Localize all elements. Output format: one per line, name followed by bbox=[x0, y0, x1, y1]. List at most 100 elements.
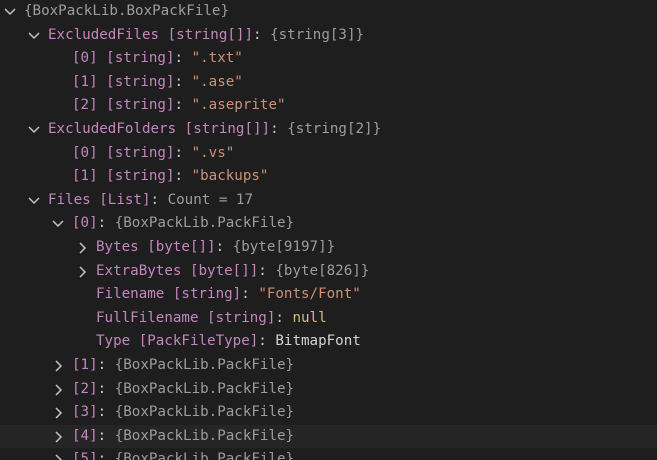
tree-row-text: [4]: {BoxPackLib.PackFile} bbox=[72, 425, 294, 449]
tree-row-excluded-file-1[interactable]: [1] [string]: ".ase" bbox=[0, 71, 657, 95]
chevron-down-icon[interactable] bbox=[26, 118, 42, 142]
tree-row-text: Bytes [byte[]]: {byte[9197]} bbox=[96, 236, 335, 260]
separator: : bbox=[150, 191, 168, 208]
tree-row-excluded-file-0[interactable]: [0] [string]: ".txt" bbox=[0, 47, 657, 71]
property-name: Filename [string] bbox=[96, 286, 242, 303]
tree-row-text: Files [List]: Count = 17 bbox=[48, 189, 253, 213]
property-name: [0] [string] bbox=[72, 144, 175, 161]
chevron-right-icon[interactable] bbox=[50, 378, 66, 402]
separator: : bbox=[275, 309, 293, 326]
tree-row-file-0-fullfilename[interactable]: FullFilename [string]: null bbox=[0, 307, 657, 331]
separator: : bbox=[97, 404, 115, 421]
tree-row-file-0-type[interactable]: Type [PackFileType]: BitmapFont bbox=[0, 330, 657, 354]
tree-row-excluded-folders[interactable]: ExcludedFolders [string[]]: {string[2]} bbox=[0, 118, 657, 142]
property-name: [4] bbox=[72, 427, 98, 444]
property-name: ExcludedFiles [string[]] bbox=[48, 26, 253, 43]
property-name: [1] [string] bbox=[72, 168, 175, 185]
chevron-right-icon[interactable] bbox=[74, 260, 90, 284]
separator: : bbox=[241, 286, 259, 303]
property-name: Type [PackFileType] bbox=[96, 333, 259, 350]
property-value: {BoxPackLib.PackFile} bbox=[114, 404, 295, 421]
tree-row-text: ExtraBytes [byte[]]: {byte[826]} bbox=[96, 260, 369, 284]
root-value: {BoxPackLib.BoxPackFile} bbox=[24, 3, 229, 19]
chevron-right-icon[interactable] bbox=[50, 401, 66, 425]
property-value: {byte[9197]} bbox=[232, 239, 336, 255]
tree-row-text: [2] [string]: ".aseprite" bbox=[72, 94, 286, 118]
tree-row-text: FullFilename [string]: null bbox=[96, 307, 327, 331]
chevron-right-icon[interactable] bbox=[50, 448, 66, 460]
chevron-right-icon[interactable] bbox=[50, 425, 66, 449]
tree-row-text: [1] [string]: "backups" bbox=[72, 165, 268, 189]
tree-row-files[interactable]: Files [List]: Count = 17 bbox=[0, 189, 657, 213]
property-name: Bytes [byte[]] bbox=[96, 239, 216, 255]
property-value: "backups" bbox=[191, 168, 269, 185]
separator: : bbox=[253, 26, 271, 43]
tree-row-text: [3]: {BoxPackLib.PackFile} bbox=[72, 401, 294, 425]
tree-row-file-0-extrabytes[interactable]: ExtraBytes [byte[]]: {byte[826]} bbox=[0, 260, 657, 284]
tree-row-file-0[interactable]: [0]: {BoxPackLib.PackFile} bbox=[0, 212, 657, 236]
separator: : bbox=[97, 451, 115, 460]
property-value: {byte[826]} bbox=[275, 262, 370, 279]
property-name: FullFilename [string] bbox=[96, 309, 276, 326]
chevron-down-icon[interactable] bbox=[26, 189, 42, 213]
property-name: [3] bbox=[72, 404, 98, 421]
tree-row-file-3[interactable]: [3]: {BoxPackLib.PackFile} bbox=[0, 401, 657, 425]
property-name: [2] bbox=[72, 380, 98, 397]
tree-row-root[interactable]: {BoxPackLib.BoxPackFile} bbox=[0, 0, 657, 24]
tree-row-file-0-filename[interactable]: Filename [string]: "Fonts/Font" bbox=[0, 283, 657, 307]
tree-row-text: [2]: {BoxPackLib.PackFile} bbox=[72, 378, 294, 402]
property-name: [1] [string] bbox=[72, 73, 175, 90]
tree-row-file-1[interactable]: [1]: {BoxPackLib.PackFile} bbox=[0, 354, 657, 378]
property-name: Files [List] bbox=[48, 191, 151, 208]
tree-row-excluded-file-2[interactable]: [2] [string]: ".aseprite" bbox=[0, 94, 657, 118]
tree-row-text: [0] [string]: ".vs" bbox=[72, 142, 234, 166]
separator: : bbox=[174, 168, 192, 185]
chevron-down-icon[interactable] bbox=[50, 212, 66, 236]
property-value: null bbox=[292, 309, 327, 326]
tree-row-file-0-bytes[interactable]: Bytes [byte[]]: {byte[9197]} bbox=[0, 236, 657, 260]
property-value: ".vs" bbox=[191, 144, 235, 161]
separator: : bbox=[258, 262, 276, 279]
tree-row-text: Type [PackFileType]: BitmapFont bbox=[96, 330, 361, 354]
variables-tree: {BoxPackLib.BoxPackFile} ExcludedFiles [… bbox=[0, 0, 657, 460]
separator: : bbox=[258, 333, 276, 350]
property-value: {BoxPackLib.PackFile} bbox=[114, 357, 295, 373]
separator: : bbox=[174, 144, 192, 161]
tree-row-text: ExcludedFolders [string[]]: {string[2]} bbox=[48, 118, 381, 142]
property-name: ExcludedFolders [string[]] bbox=[48, 121, 271, 137]
chevron-right-icon[interactable] bbox=[50, 354, 66, 378]
tree-row-text: [5]: {BoxPackLib.PackFile} bbox=[72, 448, 294, 460]
chevron-down-icon[interactable] bbox=[2, 0, 18, 24]
tree-row-text: {BoxPackLib.BoxPackFile} bbox=[24, 0, 229, 24]
tree-row-excluded-files[interactable]: ExcludedFiles [string[]]: {string[3]} bbox=[0, 24, 657, 48]
property-value: {BoxPackLib.PackFile} bbox=[114, 427, 295, 444]
tree-row-text: [0] [string]: ".txt" bbox=[72, 47, 243, 71]
tree-row-excluded-folder-1[interactable]: [1] [string]: "backups" bbox=[0, 165, 657, 189]
tree-row-text: [0]: {BoxPackLib.PackFile} bbox=[72, 212, 294, 236]
separator: : bbox=[97, 215, 115, 232]
tree-row-file-2[interactable]: [2]: {BoxPackLib.PackFile} bbox=[0, 378, 657, 402]
separator: : bbox=[215, 239, 233, 255]
property-name: [2] [string] bbox=[72, 97, 175, 114]
tree-row-text: [1]: {BoxPackLib.PackFile} bbox=[72, 354, 294, 378]
vertical-scrollbar[interactable] bbox=[647, 0, 657, 460]
tree-row-text: Filename [string]: "Fonts/Font" bbox=[96, 283, 361, 307]
separator: : bbox=[174, 73, 192, 90]
property-value: "Fonts/Font" bbox=[258, 286, 361, 303]
tree-row-file-5[interactable]: [5]: {BoxPackLib.PackFile} bbox=[0, 448, 657, 460]
property-value: ".ase" bbox=[191, 73, 243, 90]
property-name: [5] bbox=[72, 451, 98, 460]
tree-row-excluded-folder-0[interactable]: [0] [string]: ".vs" bbox=[0, 142, 657, 166]
property-name: [1] bbox=[72, 357, 98, 373]
property-value: {BoxPackLib.PackFile} bbox=[114, 380, 295, 397]
separator: : bbox=[97, 427, 115, 444]
property-value: {BoxPackLib.PackFile} bbox=[114, 215, 295, 232]
chevron-right-icon[interactable] bbox=[74, 236, 90, 260]
tree-row-file-4[interactable]: [4]: {BoxPackLib.PackFile} bbox=[0, 424, 657, 449]
property-value: {string[2]} bbox=[287, 121, 382, 137]
separator: : bbox=[97, 380, 115, 397]
property-value: ".txt" bbox=[191, 50, 243, 67]
property-name: ExtraBytes [byte[]] bbox=[96, 262, 259, 279]
separator: : bbox=[270, 121, 288, 137]
chevron-down-icon[interactable] bbox=[26, 24, 42, 48]
